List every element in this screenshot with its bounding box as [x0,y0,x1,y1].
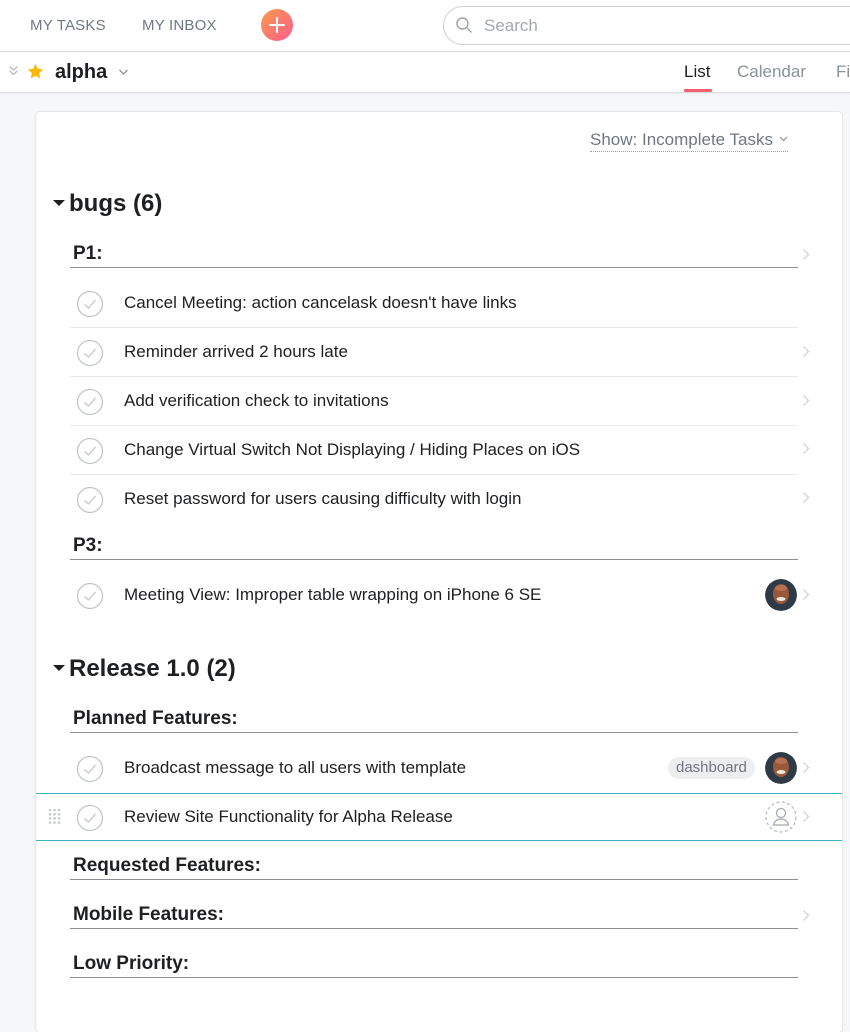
tag-badge[interactable]: dashboard [668,757,755,779]
top-bar: MY TASKS MY INBOX [0,0,850,52]
search-input[interactable] [484,15,844,37]
task-row[interactable]: Reminder arrived 2 hours late [70,328,798,377]
task-row[interactable]: Meeting View: Improper table wrapping on… [70,571,798,620]
task-name[interactable]: Change Virtual Switch Not Displaying / H… [124,440,580,460]
chevron-down-icon[interactable] [118,68,129,76]
unassigned-user-icon[interactable] [765,801,797,833]
chevron-right-icon[interactable] [802,588,810,601]
group-label: P3: [73,535,103,556]
task-name[interactable]: Broadcast message to all users with temp… [124,758,466,778]
section-title: Release 1.0 (2) [69,655,236,682]
drag-handle-icon[interactable] [48,808,61,825]
group-label: Mobile Features: [73,904,224,925]
task-name[interactable]: Reminder arrived 2 hours late [124,342,348,362]
tab-list[interactable]: List [684,62,710,82]
project-header: alpha List Calendar Fi [0,53,850,93]
complete-check-icon[interactable] [76,437,104,465]
project-name[interactable]: alpha [55,61,107,84]
task-row[interactable]: Cancel Meeting: action cancelask doesn't… [70,279,798,328]
my-inbox-link[interactable]: MY INBOX [142,17,217,34]
search-icon [456,17,472,33]
show-filter-label: Show: Incomplete Tasks [590,130,773,149]
triangle-down-icon[interactable] [53,665,65,671]
chevron-right-icon[interactable] [802,810,810,823]
task-name[interactable]: Review Site Functionality for Alpha Rele… [124,807,453,827]
chevron-right-icon[interactable] [802,248,810,261]
chevron-right-icon[interactable] [802,442,810,455]
task-name[interactable]: Add verification check to invitations [124,391,389,411]
complete-check-icon[interactable] [76,339,104,367]
active-tab-indicator [684,89,712,92]
search-box[interactable] [443,6,850,45]
group-label: Planned Features: [73,708,238,729]
double-chevron-down-icon[interactable] [8,65,19,77]
task-name[interactable]: Cancel Meeting: action cancelask doesn't… [124,293,517,313]
complete-check-icon[interactable] [76,582,104,610]
my-tasks-link[interactable]: MY TASKS [30,17,106,34]
task-row[interactable]: Change Virtual Switch Not Displaying / H… [70,426,798,475]
complete-check-icon[interactable] [76,486,104,514]
assignee-avatar[interactable] [765,579,797,611]
complete-check-icon[interactable] [76,755,104,783]
group-label: Requested Features: [73,855,261,876]
group-header-p1[interactable]: P1: [70,240,798,268]
chevron-right-icon[interactable] [802,491,810,504]
task-row[interactable]: Review Site Functionality for Alpha Rele… [70,793,798,842]
group-label: P1: [73,243,103,264]
chevron-right-icon[interactable] [802,345,810,358]
section-title: bugs (6) [69,190,163,217]
group-header-planned-features[interactable]: Planned Features: [70,705,798,733]
chevron-down-icon [779,136,788,142]
section-header-bugs[interactable]: bugs (6) [53,190,162,218]
complete-check-icon[interactable] [76,388,104,416]
group-header-requested-features[interactable]: Requested Features: [70,852,798,880]
show-filter-dropdown[interactable]: Show: Incomplete Tasks [590,130,788,152]
chevron-right-icon[interactable] [802,394,810,407]
group-header-low-priority[interactable]: Low Priority: [70,950,798,978]
avatar-photo-icon [765,752,797,784]
group-header-mobile-features[interactable]: Mobile Features: [70,901,798,929]
chevron-right-icon[interactable] [802,909,810,922]
tab-files[interactable]: Fi [836,62,850,82]
task-row[interactable]: Reset password for users causing difficu… [70,475,798,524]
task-row[interactable]: Add verification check to invitations [70,377,798,426]
assignee-avatar[interactable] [765,752,797,784]
task-name[interactable]: Reset password for users causing difficu… [124,489,521,509]
triangle-down-icon[interactable] [53,200,65,206]
task-name[interactable]: Meeting View: Improper table wrapping on… [124,585,541,605]
section-header-release[interactable]: Release 1.0 (2) [53,655,236,683]
complete-check-icon[interactable] [76,804,104,832]
group-label: Low Priority: [73,953,190,974]
complete-check-icon[interactable] [76,290,104,318]
avatar-photo-icon [765,579,797,611]
chevron-right-icon[interactable] [802,761,810,774]
tab-calendar[interactable]: Calendar [737,62,806,82]
group-header-p3[interactable]: P3: [70,532,798,560]
star-icon[interactable] [26,62,45,81]
quick-add-button[interactable] [261,9,293,41]
